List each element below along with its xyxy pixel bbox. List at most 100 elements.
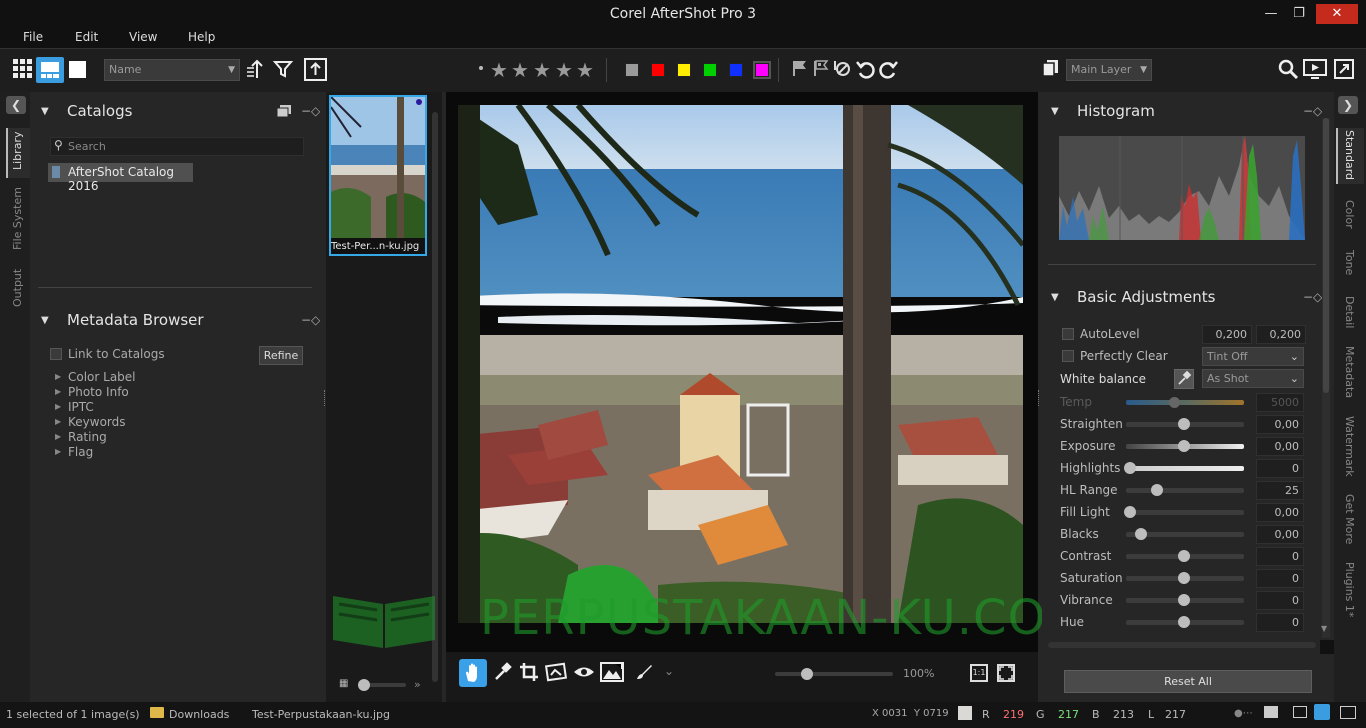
- slider-track[interactable]: [1126, 466, 1244, 471]
- color-label-swatch[interactable]: [677, 63, 691, 77]
- slider-value[interactable]: 0: [1256, 569, 1304, 588]
- tab-plugins-1-[interactable]: Plugins 1*: [1343, 562, 1356, 617]
- filmstrip-view-button[interactable]: [36, 57, 64, 83]
- sort-order-icon[interactable]: [244, 58, 268, 82]
- slider-value[interactable]: 0,00: [1256, 503, 1304, 522]
- brush-icon[interactable]: [632, 662, 656, 686]
- close-button[interactable]: ✕: [1316, 4, 1358, 24]
- tab-standard[interactable]: Standard: [1343, 130, 1356, 180]
- slider-knob[interactable]: [1135, 528, 1147, 540]
- fullscreen-icon[interactable]: [1332, 58, 1356, 82]
- right-splitter-grip[interactable]: [1038, 390, 1041, 406]
- rating-clear-dot[interactable]: [479, 66, 483, 70]
- tab-get-more[interactable]: Get More: [1343, 494, 1356, 544]
- slider-track[interactable]: [1126, 510, 1244, 515]
- link-catalogs-checkbox[interactable]: [50, 348, 62, 360]
- color-label-swatch[interactable]: [703, 63, 717, 77]
- collapse-left-button[interactable]: ❮: [6, 96, 26, 114]
- rotate-left-icon[interactable]: [854, 58, 878, 82]
- layers-icon[interactable]: [1038, 58, 1062, 82]
- slider-value[interactable]: 0,00: [1256, 437, 1304, 456]
- eyedropper-icon[interactable]: [490, 662, 514, 686]
- filmstrip-expand-icon[interactable]: »: [414, 678, 421, 691]
- region-icon[interactable]: [600, 661, 624, 685]
- autolevel-value-1[interactable]: 0,200: [1202, 325, 1252, 344]
- menu-view[interactable]: View: [129, 30, 157, 44]
- main-photo[interactable]: [458, 105, 1023, 623]
- collapse-right-button[interactable]: ❯: [1338, 96, 1358, 114]
- star-5-icon[interactable]: ★: [576, 58, 594, 82]
- star-2-icon[interactable]: ★: [511, 58, 529, 82]
- reject-flag-icon[interactable]: [830, 58, 854, 82]
- slider-knob[interactable]: [1178, 440, 1190, 452]
- rotate-right-icon[interactable]: [876, 58, 900, 82]
- color-label-swatch[interactable]: [753, 61, 771, 79]
- scroll-down-icon[interactable]: ▼: [1321, 624, 1327, 633]
- metadata-tree-item[interactable]: Flag: [68, 445, 93, 459]
- metadata-tree-item[interactable]: Photo Info: [68, 385, 129, 399]
- crop-icon[interactable]: [517, 662, 541, 686]
- slideshow-icon[interactable]: [1303, 58, 1327, 82]
- slider-value[interactable]: 0,00: [1256, 415, 1304, 434]
- zoom-fit-icon[interactable]: [997, 664, 1015, 682]
- star-4-icon[interactable]: ★: [555, 58, 573, 82]
- color-label-swatch[interactable]: [729, 63, 743, 77]
- catalog-add-icon[interactable]: [276, 104, 292, 118]
- menu-help[interactable]: Help: [188, 30, 215, 44]
- current-folder[interactable]: Downloads: [169, 708, 229, 721]
- expand-arrow-icon[interactable]: ▶: [55, 372, 61, 381]
- pin-icon[interactable]: −◇: [1303, 290, 1322, 304]
- slider-value[interactable]: 0: [1256, 459, 1304, 478]
- catalog-search-input[interactable]: ⚲ Search: [50, 137, 304, 156]
- pan-tool-button[interactable]: [459, 659, 487, 687]
- metadata-tree-item[interactable]: IPTC: [68, 400, 94, 414]
- metadata-tree-item[interactable]: Keywords: [68, 415, 126, 429]
- chevron-down-icon[interactable]: ⌄: [664, 664, 674, 678]
- tab-library[interactable]: Library: [11, 132, 24, 170]
- info-icon[interactable]: [1264, 706, 1278, 718]
- white-balance-picker-icon[interactable]: [1174, 369, 1194, 389]
- pin-icon[interactable]: −◇: [301, 104, 320, 118]
- right-horizontal-scrollbar[interactable]: [1048, 642, 1316, 648]
- tab-metadata[interactable]: Metadata: [1343, 346, 1356, 398]
- layer-dropdown[interactable]: Main Layer ▼: [1066, 59, 1152, 81]
- slider-value[interactable]: 0: [1256, 613, 1304, 632]
- slider-knob[interactable]: [1178, 594, 1190, 606]
- collapse-triangle-icon[interactable]: ▼: [41, 315, 49, 326]
- print-icon[interactable]: [1293, 706, 1307, 718]
- collapse-triangle-icon[interactable]: ▼: [1051, 292, 1059, 303]
- grid-view-icon[interactable]: [10, 58, 34, 82]
- straighten-icon[interactable]: [544, 662, 568, 686]
- thumbnail-small-icon[interactable]: ▦: [339, 678, 348, 689]
- tab-color[interactable]: Color: [1343, 200, 1356, 229]
- catalog-item[interactable]: AfterShot Catalog 2016: [48, 163, 193, 193]
- reset-all-button[interactable]: Reset All: [1064, 670, 1312, 693]
- thumbnail-item[interactable]: Test-Per...n-ku.jpg: [329, 95, 427, 256]
- tab-tone[interactable]: Tone: [1343, 250, 1356, 275]
- star-3-icon[interactable]: ★: [533, 58, 551, 82]
- pin-icon[interactable]: −◇: [1303, 104, 1322, 118]
- metadata-tree-item[interactable]: Color Label: [68, 370, 136, 384]
- star-1-icon[interactable]: ★: [490, 58, 508, 82]
- slider-knob[interactable]: [1178, 550, 1190, 562]
- tab-detail[interactable]: Detail: [1343, 296, 1356, 328]
- metadata-tree-item[interactable]: Rating: [68, 430, 107, 444]
- slider-value[interactable]: 0: [1256, 547, 1304, 566]
- tab-watermark[interactable]: Watermark: [1343, 416, 1356, 477]
- maximize-button[interactable]: ❐: [1282, 0, 1316, 28]
- perfectly-clear-checkbox[interactable]: [1062, 350, 1074, 362]
- search-icon[interactable]: [1276, 58, 1300, 82]
- menu-edit[interactable]: Edit: [75, 30, 98, 44]
- color-label-swatch[interactable]: [651, 63, 665, 77]
- zoom-slider-knob[interactable]: [801, 668, 813, 680]
- slider-value[interactable]: 0,00: [1256, 525, 1304, 544]
- slider-value[interactable]: 25: [1256, 481, 1304, 500]
- single-view-icon[interactable]: [69, 61, 86, 78]
- zoom-slider[interactable]: [775, 672, 893, 676]
- slider-knob[interactable]: [1124, 462, 1136, 474]
- right-scrollbar[interactable]: [1323, 118, 1329, 393]
- slider-knob[interactable]: [1151, 484, 1163, 496]
- zoom-1to1-button[interactable]: 1:1: [970, 664, 988, 682]
- expand-arrow-icon[interactable]: ▶: [55, 432, 61, 441]
- thumbnail-size-knob[interactable]: [358, 679, 370, 691]
